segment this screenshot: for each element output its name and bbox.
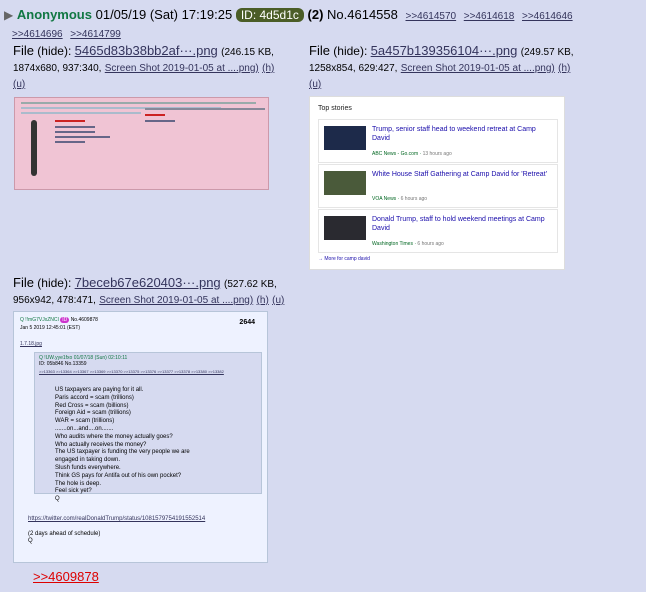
hide-link[interactable]: (hide):	[37, 44, 71, 58]
post-header: ▶ Anonymous 01/05/19 (Sat) 17:19:25 ID: …	[4, 7, 644, 43]
file-info-1: File (hide): 5465d83b38bb2af···.png (246…	[13, 43, 275, 91]
quoted-post-line: WAR = scam (trillions)	[55, 418, 115, 425]
h-link[interactable]: (h)	[257, 295, 269, 306]
story-image	[324, 126, 366, 150]
q-post-footer: (2 days ahead of schedule) Q	[28, 531, 101, 544]
twitter-link: https://twitter.com/realDonaldTrump/stat…	[28, 516, 206, 522]
collapse-arrow-icon[interactable]: ▶	[4, 8, 13, 22]
quoted-post-line: Red Cross = scam (billions)	[55, 402, 129, 409]
top-stories-title: Top stories	[318, 105, 352, 112]
backlink[interactable]: >>4614570	[406, 11, 457, 22]
backlink[interactable]: >>4614646	[522, 11, 573, 22]
original-filename[interactable]: Screen Shot 2019-01-05 at ....png)	[401, 63, 555, 74]
quoted-post-line: The US taxpayer is funding the very peop…	[55, 449, 190, 456]
thumbnail-3[interactable]: Q !!mG7VJxZNCI ID No.4609878 Jan 5 2019 …	[13, 311, 268, 563]
thumbnail-1[interactable]	[14, 97, 269, 190]
quoted-post-line: .......on...and....on.......	[55, 425, 114, 432]
file-name-link[interactable]: 7beceb67e620403···.png	[75, 275, 221, 290]
hide-link[interactable]: (hide):	[333, 44, 367, 58]
story-card: White House Staff Gathering at Camp Davi…	[318, 164, 558, 208]
story-image	[324, 216, 366, 240]
quoted-post-line: The hole is deep.	[55, 480, 102, 487]
story-card: Donald Trump, staff to hold weekend meet…	[318, 209, 558, 253]
quoted-post-line: Paris accord = scam (trillions)	[55, 394, 134, 401]
original-filename[interactable]: Screen Shot 2019-01-05 at ....png)	[99, 295, 253, 306]
thumbnail-2[interactable]: Top stories Trump, senior staff head to …	[309, 96, 565, 270]
backlink[interactable]: >>4614799	[70, 29, 121, 40]
quoted-post-line: engaged in taking down.	[55, 457, 121, 464]
file-info-3: File (hide): 7beceb67e620403···.png (527…	[13, 275, 285, 307]
quoted-post-line: Q	[55, 496, 60, 503]
quoted-post-line: US taxpayers are paying for it all.	[55, 387, 144, 393]
u-link[interactable]: (u)	[13, 79, 25, 90]
file-info-2: File (hide): 5a457b139356104···.png (249…	[309, 43, 574, 91]
backlink[interactable]: >>4614696	[12, 29, 63, 40]
post-number[interactable]: No.4614558	[327, 7, 398, 22]
u-link[interactable]: (u)	[272, 295, 284, 306]
quoted-post-line: Feel sick yet?	[55, 488, 92, 495]
post-count: (2)	[307, 7, 324, 22]
story-card: Trump, senior staff head to weekend retr…	[318, 119, 558, 163]
poster-name: Anonymous	[16, 7, 92, 22]
quoted-post-line: Who audits where the money actually goes…	[55, 433, 173, 440]
story-image	[324, 171, 366, 195]
bottle-image	[31, 120, 37, 176]
quoted-post-line: Who actually receives the money?	[55, 441, 147, 448]
quoted-post-line: Slush funds everywhere.	[55, 464, 121, 471]
more-link: → More for camp david	[318, 256, 370, 262]
poster-id-badge[interactable]: ID: 4d5d1c	[235, 8, 304, 22]
h-link[interactable]: (h)	[558, 63, 570, 74]
quoted-post: Q !UW.yye1fxo 01/07/18 (Sun) 02:10:11 ID:…	[34, 352, 262, 502]
quoted-post-line: Foreign Aid = scam (trillions)	[55, 410, 131, 417]
quoted-post-line: Think GS pays for Antifa out of his own …	[55, 472, 182, 479]
quoted-post-body: US taxpayers are paying for it all. Paris…	[55, 387, 190, 504]
hide-link[interactable]: (hide):	[37, 276, 71, 290]
original-filename[interactable]: Screen Shot 2019-01-05 at ....png)	[105, 63, 259, 74]
backlink[interactable]: >>4614618	[464, 11, 515, 22]
q-post-header: Q !!mG7VJxZNCI ID No.4609878 Jan 5 2019 …	[20, 317, 98, 347]
h-link[interactable]: (h)	[262, 63, 274, 74]
post-date: 01/05/19 (Sat) 17:19:25	[95, 7, 233, 22]
file-name-link[interactable]: 5a457b139356104···.png	[371, 43, 518, 58]
quote-link[interactable]: >>4609878	[33, 569, 99, 584]
file-name-link[interactable]: 5465d83b38bb2af···.png	[75, 43, 218, 58]
u-link[interactable]: (u)	[309, 79, 321, 90]
